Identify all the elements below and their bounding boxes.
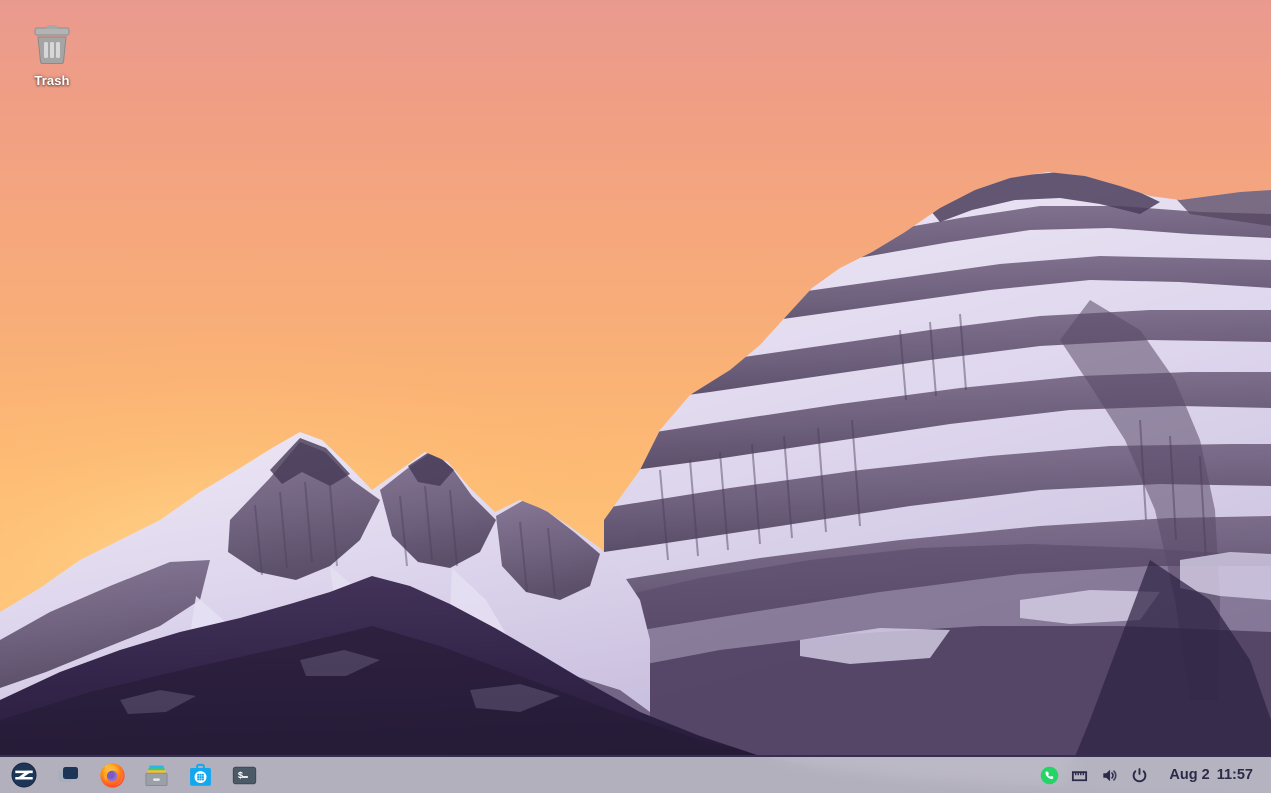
- desktop-icon-grid: Trash: [0, 0, 300, 700]
- firefox-icon: [99, 762, 126, 789]
- speaker-icon: [1100, 766, 1119, 785]
- taskbar-launcher-zorin-menu[interactable]: [2, 757, 46, 793]
- taskbar[interactable]: $: [0, 755, 1271, 793]
- desktop[interactable]: Trash: [0, 0, 1271, 793]
- taskbar-launcher-software-center[interactable]: [178, 757, 222, 793]
- system-tray: Aug 2 11:57: [1035, 757, 1271, 793]
- svg-text:$: $: [237, 770, 243, 781]
- tray-power[interactable]: [1125, 759, 1153, 791]
- ethernet-icon: [1070, 766, 1089, 785]
- tray-whatsapp[interactable]: [1035, 759, 1063, 791]
- taskbar-launcher-terminal[interactable]: $: [222, 757, 266, 793]
- window-switcher-icon: [55, 762, 81, 788]
- file-cabinet-icon: [143, 762, 170, 789]
- taskbar-launcher-firefox[interactable]: [90, 757, 134, 793]
- desktop-icon-label: Trash: [34, 73, 69, 88]
- zorin-logo-icon: [11, 762, 37, 788]
- power-icon: [1130, 766, 1149, 785]
- clock[interactable]: Aug 2 11:57: [1155, 759, 1265, 791]
- trash-icon: [28, 20, 76, 68]
- clock-date: Aug 2: [1169, 767, 1209, 783]
- terminal-icon: $: [231, 762, 258, 789]
- desktop-icon-trash[interactable]: Trash: [14, 14, 90, 92]
- software-bag-icon: [187, 762, 214, 789]
- taskbar-launcher-task-view[interactable]: [46, 757, 90, 793]
- taskbar-window-list[interactable]: [266, 757, 1035, 793]
- whatsapp-icon: [1040, 766, 1059, 785]
- clock-time: 11:57: [1217, 767, 1253, 783]
- taskbar-launcher-file-manager[interactable]: [134, 757, 178, 793]
- taskbar-launcher-group: $: [0, 757, 266, 793]
- tray-volume[interactable]: [1095, 759, 1123, 791]
- tray-network[interactable]: [1065, 759, 1093, 791]
